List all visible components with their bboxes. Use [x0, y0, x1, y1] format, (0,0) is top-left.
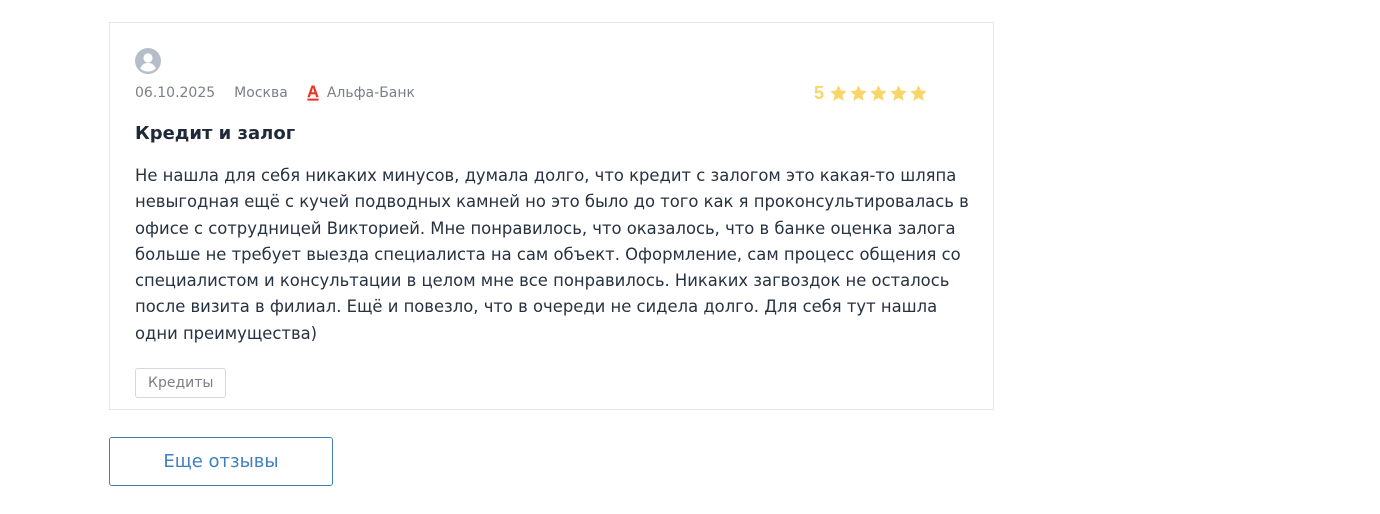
- rating-stars: [829, 84, 929, 103]
- page: 06.10.2025 Москва Альфа-Банк 5 Кредит и …: [0, 0, 1380, 514]
- tag-credits[interactable]: Кредиты: [135, 368, 227, 398]
- review-card: 06.10.2025 Москва Альфа-Банк 5 Кредит и …: [109, 22, 994, 410]
- review-city: Москва: [234, 85, 288, 101]
- user-avatar-icon: [135, 48, 161, 74]
- review-date: 06.10.2025: [135, 85, 216, 101]
- review-text: Не нашла для себя никаких минусов, думал…: [135, 166, 969, 343]
- star-icon: [830, 84, 847, 101]
- star-icon: [910, 84, 927, 101]
- star-icon: [850, 84, 867, 101]
- review-rating: 5: [814, 81, 929, 105]
- review-title[interactable]: Кредит и залог: [135, 123, 295, 144]
- rating-value: 5: [814, 82, 825, 103]
- star-icon: [870, 84, 887, 101]
- bank-name[interactable]: Альфа-Банк: [327, 85, 415, 101]
- review-meta: 06.10.2025 Москва Альфа-Банк: [135, 83, 415, 103]
- more-reviews-button[interactable]: Еще отзывы: [109, 437, 333, 486]
- star-icon: [890, 84, 907, 101]
- alfa-bank-logo-icon: [307, 85, 319, 101]
